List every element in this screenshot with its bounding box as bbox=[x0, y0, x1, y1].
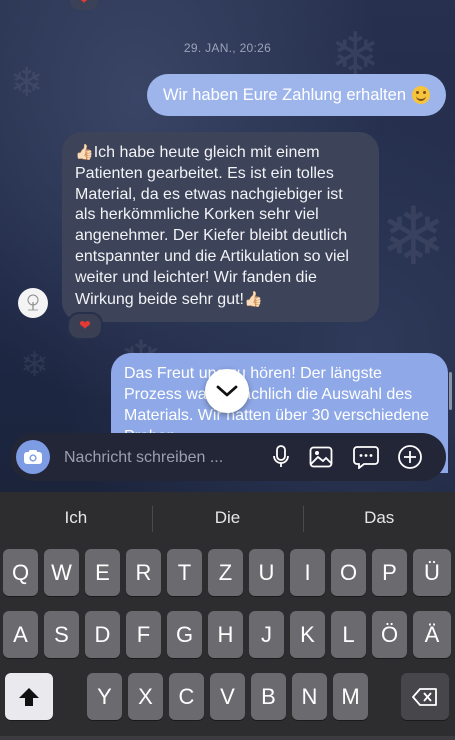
reaction-heart[interactable]: ❤ bbox=[67, 312, 103, 340]
key-j[interactable]: J bbox=[249, 611, 284, 658]
backspace-key[interactable] bbox=[401, 673, 449, 720]
key-o[interactable]: O bbox=[331, 549, 366, 596]
message-text: Wir haben Eure Zahlung erhalten bbox=[162, 85, 406, 104]
message-text: Ich habe heute gleich mit einem Patiente… bbox=[75, 144, 349, 308]
sticker-icon bbox=[353, 446, 379, 469]
key-e[interactable]: E bbox=[85, 549, 120, 596]
heart-icon: ❤ bbox=[79, 318, 91, 334]
add-icon bbox=[398, 445, 422, 469]
key-k[interactable]: K bbox=[290, 611, 325, 658]
scroll-down-button[interactable] bbox=[205, 369, 249, 413]
thumbs-up-emoji-icon: 👍🏻 bbox=[243, 289, 263, 308]
microphone-button[interactable] bbox=[268, 444, 294, 470]
key-b[interactable]: B bbox=[251, 673, 286, 720]
camera-icon bbox=[24, 450, 42, 464]
keyboard: Ich Die Das Q W E R T Z U I O P Ü A S D … bbox=[0, 492, 455, 740]
smiling-face-emoji-icon bbox=[412, 86, 430, 104]
key-ae[interactable]: Ä bbox=[413, 611, 451, 658]
add-button[interactable] bbox=[397, 444, 423, 470]
key-v[interactable]: V bbox=[210, 673, 245, 720]
key-oe[interactable]: Ö bbox=[372, 611, 407, 658]
date-separator: 29. JAN., 20:26 bbox=[183, 41, 272, 55]
thumbs-up-emoji-icon: 👍🏻 bbox=[75, 143, 94, 161]
backspace-icon bbox=[412, 687, 437, 706]
key-n[interactable]: N bbox=[292, 673, 327, 720]
key-q[interactable]: Q bbox=[3, 549, 38, 596]
key-t[interactable]: T bbox=[167, 549, 202, 596]
key-ue[interactable]: Ü bbox=[413, 549, 451, 596]
snowflake-decoration: ❄ bbox=[10, 60, 44, 106]
chat-area[interactable]: ❄ ❄ ❄ ❄ ❄ ❤ 29. JAN., 20:26 Wir haben Eu… bbox=[0, 0, 455, 492]
shift-key[interactable] bbox=[5, 673, 53, 720]
key-p[interactable]: P bbox=[372, 549, 407, 596]
reaction-heart[interactable]: ❤ bbox=[70, 0, 98, 10]
key-s[interactable]: S bbox=[44, 611, 79, 658]
message-incoming[interactable]: 👍🏻Ich habe heute gleich mit einem Patien… bbox=[62, 132, 379, 323]
microphone-icon bbox=[273, 445, 289, 467]
key-g[interactable]: G bbox=[167, 611, 202, 658]
keyboard-bottom-row-edge bbox=[0, 736, 455, 740]
scrollbar[interactable] bbox=[449, 372, 452, 410]
snowflake-decoration: ❄ bbox=[20, 345, 49, 385]
key-z[interactable]: Z bbox=[208, 549, 243, 596]
message-composer bbox=[10, 433, 446, 481]
shift-arrow-icon bbox=[19, 687, 39, 706]
key-w[interactable]: W bbox=[44, 549, 79, 596]
key-m[interactable]: M bbox=[333, 673, 368, 720]
heart-icon: ❤ bbox=[78, 0, 90, 8]
key-r[interactable]: R bbox=[126, 549, 161, 596]
key-y[interactable]: Y bbox=[87, 673, 122, 720]
key-u[interactable]: U bbox=[249, 549, 284, 596]
key-f[interactable]: F bbox=[126, 611, 161, 658]
key-i[interactable]: I bbox=[290, 549, 325, 596]
suggestion-item[interactable]: Das bbox=[303, 492, 455, 544]
suggestion-item[interactable]: Ich bbox=[0, 492, 152, 544]
key-c[interactable]: C bbox=[169, 673, 204, 720]
key-x[interactable]: X bbox=[128, 673, 163, 720]
snowflake-decoration: ❄ bbox=[380, 190, 448, 283]
key-l[interactable]: L bbox=[331, 611, 366, 658]
chevron-down-icon bbox=[216, 385, 238, 397]
gallery-icon bbox=[309, 446, 333, 468]
message-outgoing[interactable]: Wir haben Eure Zahlung erhalten bbox=[146, 74, 446, 116]
camera-button[interactable] bbox=[16, 440, 50, 474]
suggestion-item[interactable]: Die bbox=[151, 492, 304, 544]
sticker-button[interactable] bbox=[353, 444, 379, 470]
message-input[interactable] bbox=[62, 443, 256, 473]
tree-logo-icon bbox=[27, 294, 39, 311]
suggestion-bar: Ich Die Das bbox=[0, 492, 455, 544]
avatar[interactable] bbox=[18, 288, 48, 318]
key-a[interactable]: A bbox=[3, 611, 38, 658]
key-d[interactable]: D bbox=[85, 611, 120, 658]
gallery-button[interactable] bbox=[308, 444, 334, 470]
key-h[interactable]: H bbox=[208, 611, 243, 658]
